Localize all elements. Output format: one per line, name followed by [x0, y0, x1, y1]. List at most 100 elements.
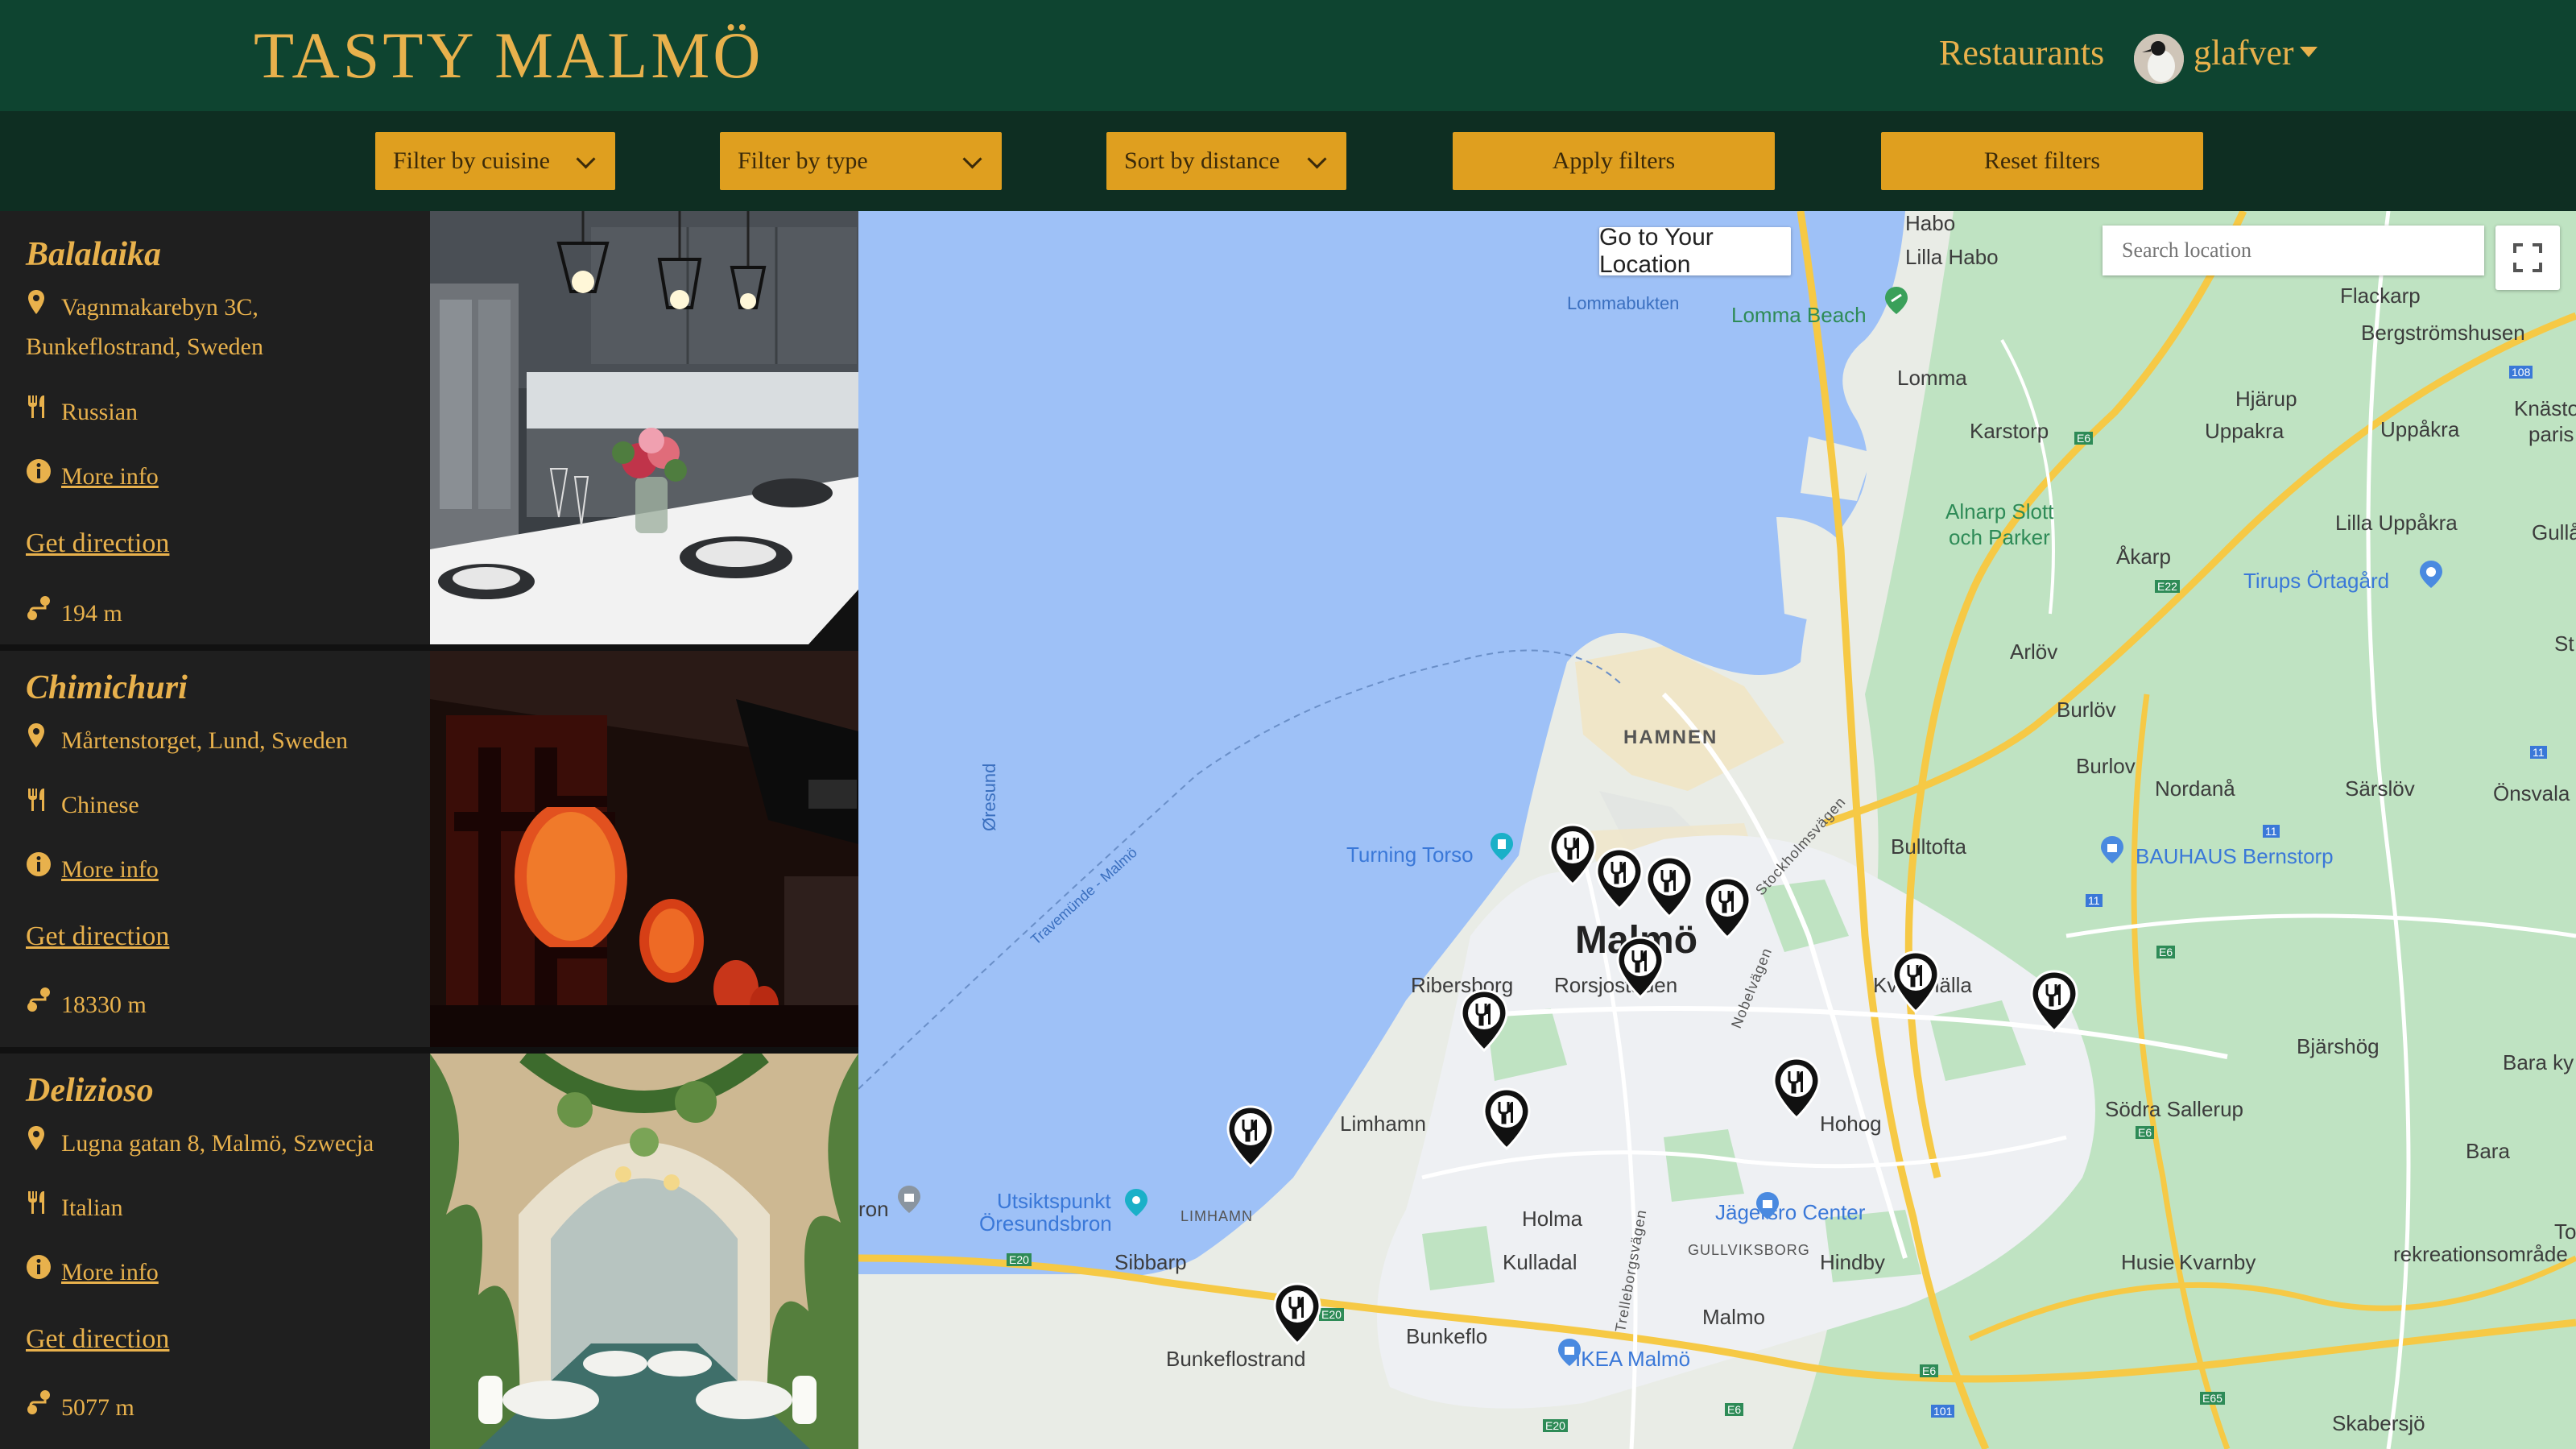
restaurant-map-pin[interactable] — [1644, 855, 1694, 920]
map-label: Bergströmshusen — [2361, 321, 2525, 345]
map-label: Husie — [2121, 1250, 2175, 1274]
restaurant-map-pin[interactable] — [1772, 1057, 1821, 1121]
user-menu-name[interactable]: glafver — [2194, 32, 2294, 73]
sort-distance-label: Sort by distance — [1124, 147, 1280, 174]
avatar[interactable] — [2134, 34, 2184, 84]
restaurant-card-info: Chimichuri Mårtenstorget, Lund, Sweden C… — [0, 651, 430, 1047]
garden-poi-icon[interactable] — [2416, 559, 2446, 590]
restaurant-address: Mårtenstorget, Lund, Sweden — [26, 722, 348, 761]
road-shield: E6 — [2136, 1126, 2155, 1139]
shop-poi-icon[interactable] — [1752, 1190, 1783, 1221]
restaurant-map-pin[interactable] — [1594, 847, 1644, 912]
restaurant-name: Balalaika — [26, 236, 162, 273]
filter-cuisine-label: Filter by cuisine — [393, 147, 550, 174]
restaurant-map-pin[interactable] — [1459, 989, 1509, 1054]
filter-type-dropdown[interactable]: Filter by type — [720, 132, 1002, 190]
chevron-down-icon — [576, 149, 596, 169]
road-shield: E65 — [2200, 1392, 2225, 1405]
map-label: Habo — [1905, 211, 1956, 235]
map-label: Tirups Örtagård — [2243, 569, 2390, 593]
restaurant-map-pin[interactable] — [1272, 1282, 1322, 1347]
map-label: Bulltofta — [1891, 834, 1966, 859]
restaurant-map-pin[interactable] — [1891, 950, 1941, 1015]
restaurant-map-pin[interactable] — [2029, 970, 2079, 1034]
map-label: Bjärshög — [2297, 1034, 2380, 1058]
map-label: Bunkeflostrand — [1166, 1347, 1306, 1371]
restaurant-cuisine: Russian — [26, 393, 138, 432]
apply-filters-button[interactable]: Apply filters — [1453, 132, 1775, 190]
map-label: Toru — [2554, 1219, 2576, 1244]
map-label: BAUHAUS Bernstorp — [2136, 844, 2334, 868]
more-info-link[interactable]: More info — [61, 463, 159, 490]
restaurant-map-pin[interactable] — [1548, 823, 1598, 888]
map-label: Turning Torso — [1346, 842, 1474, 867]
map-label: Gullåk — [2532, 520, 2576, 544]
restaurant-map-pin[interactable] — [1702, 876, 1752, 941]
restaurant-list: Balalaika Vagnmakarebyn 3C, Bunkeflostra… — [0, 211, 858, 1449]
more-info-link[interactable]: More info — [61, 1259, 159, 1285]
toll-poi-icon[interactable] — [894, 1184, 924, 1215]
map-label: Jägersro Center — [1715, 1200, 1866, 1224]
road-shield: E20 — [1007, 1253, 1032, 1266]
beach-poi-icon[interactable] — [1881, 285, 1912, 316]
restaurant-card-info: Balalaika Vagnmakarebyn 3C, Bunkeflostra… — [0, 211, 430, 644]
map-label: Lomma Beach — [1731, 303, 1867, 327]
viewpoint-poi-icon[interactable] — [1121, 1187, 1152, 1218]
get-direction-link[interactable]: Get direction — [26, 1324, 169, 1355]
map-label: Hindby — [1820, 1250, 1885, 1274]
reset-filters-button[interactable]: Reset filters — [1881, 132, 2203, 190]
map-label: Arlöv — [2010, 640, 2058, 664]
filter-cuisine-dropdown[interactable]: Filter by cuisine — [375, 132, 615, 190]
road-shield: E20 — [1319, 1308, 1344, 1321]
map-label: Hohog — [1820, 1112, 1882, 1136]
road-shield: E22 — [2155, 580, 2180, 593]
restaurant-photo — [430, 211, 858, 644]
get-direction-link[interactable]: Get direction — [26, 528, 169, 559]
restaurant-card: Delizioso Lugna gatan 8, Malmö, Szwecja … — [0, 1054, 858, 1449]
chevron-down-icon — [962, 149, 982, 169]
brand-logo[interactable]: TASTY MALMÖ — [254, 18, 763, 93]
sort-distance-dropdown[interactable]: Sort by distance — [1106, 132, 1346, 190]
map-view[interactable]: Habo Lilla Habo Lommabukten Lomma Beach … — [858, 211, 2576, 1449]
address-line-1: Vagnmakarebyn 3C, — [61, 294, 258, 321]
shop-poi-icon[interactable] — [2097, 834, 2127, 865]
map-label: GULLVIKSBORG — [1688, 1242, 1810, 1258]
map-label: Bunkeflo — [1406, 1324, 1488, 1348]
more-info-link[interactable]: More info — [61, 856, 159, 883]
restaurant-more-info: More info — [26, 851, 159, 889]
landmark-poi-icon[interactable] — [1486, 831, 1517, 862]
map-label: Uppåkra — [2380, 417, 2460, 441]
restaurant-name: Delizioso — [26, 1072, 154, 1109]
chevron-down-icon[interactable] — [2300, 47, 2318, 57]
map-label: Kvarnby — [2179, 1250, 2256, 1274]
map-label: Nordanå — [2155, 776, 2235, 801]
map-label: ron — [858, 1197, 889, 1221]
restaurant-map-pin[interactable] — [1615, 936, 1665, 1000]
map-label: Kulladal — [1503, 1250, 1577, 1274]
road-shield: 11 — [2263, 825, 2280, 838]
restaurant-distance: 194 m — [26, 594, 122, 633]
map-label: Holma — [1522, 1207, 1583, 1231]
restaurant-card-info: Delizioso Lugna gatan 8, Malmö, Szwecja … — [0, 1054, 430, 1449]
address-line-2: Bunkeflostrand, Sweden — [26, 333, 263, 360]
nav-restaurants-link[interactable]: Restaurants — [1939, 32, 2104, 73]
road-shield: E6 — [2074, 432, 2094, 445]
map-label: Bara ky — [2503, 1050, 2574, 1074]
get-direction-link[interactable]: Get direction — [26, 921, 169, 952]
map-label: Knästo — [2514, 396, 2576, 420]
map-label: Lilla Uppåkra — [2335, 511, 2458, 535]
cuisine-label: Italian — [61, 1194, 123, 1221]
fullscreen-button[interactable] — [2495, 226, 2560, 290]
restaurant-map-pin[interactable] — [1226, 1105, 1276, 1170]
search-location-input[interactable] — [2103, 226, 2484, 275]
map-label: Lomma — [1897, 366, 1967, 390]
map-label: och Parker — [1949, 525, 2050, 549]
map-label: Burlöv — [2057, 698, 2116, 722]
info-icon — [26, 1253, 61, 1292]
restaurant-map-pin[interactable] — [1482, 1087, 1532, 1152]
map-label: IKEA Malmö — [1575, 1347, 1691, 1371]
distance-label: 18330 m — [61, 992, 147, 1018]
go-to-location-button[interactable]: Go to Your Location — [1599, 224, 1791, 278]
shop-poi-icon[interactable] — [1554, 1337, 1585, 1368]
road-shield: E20 — [1543, 1419, 1568, 1432]
